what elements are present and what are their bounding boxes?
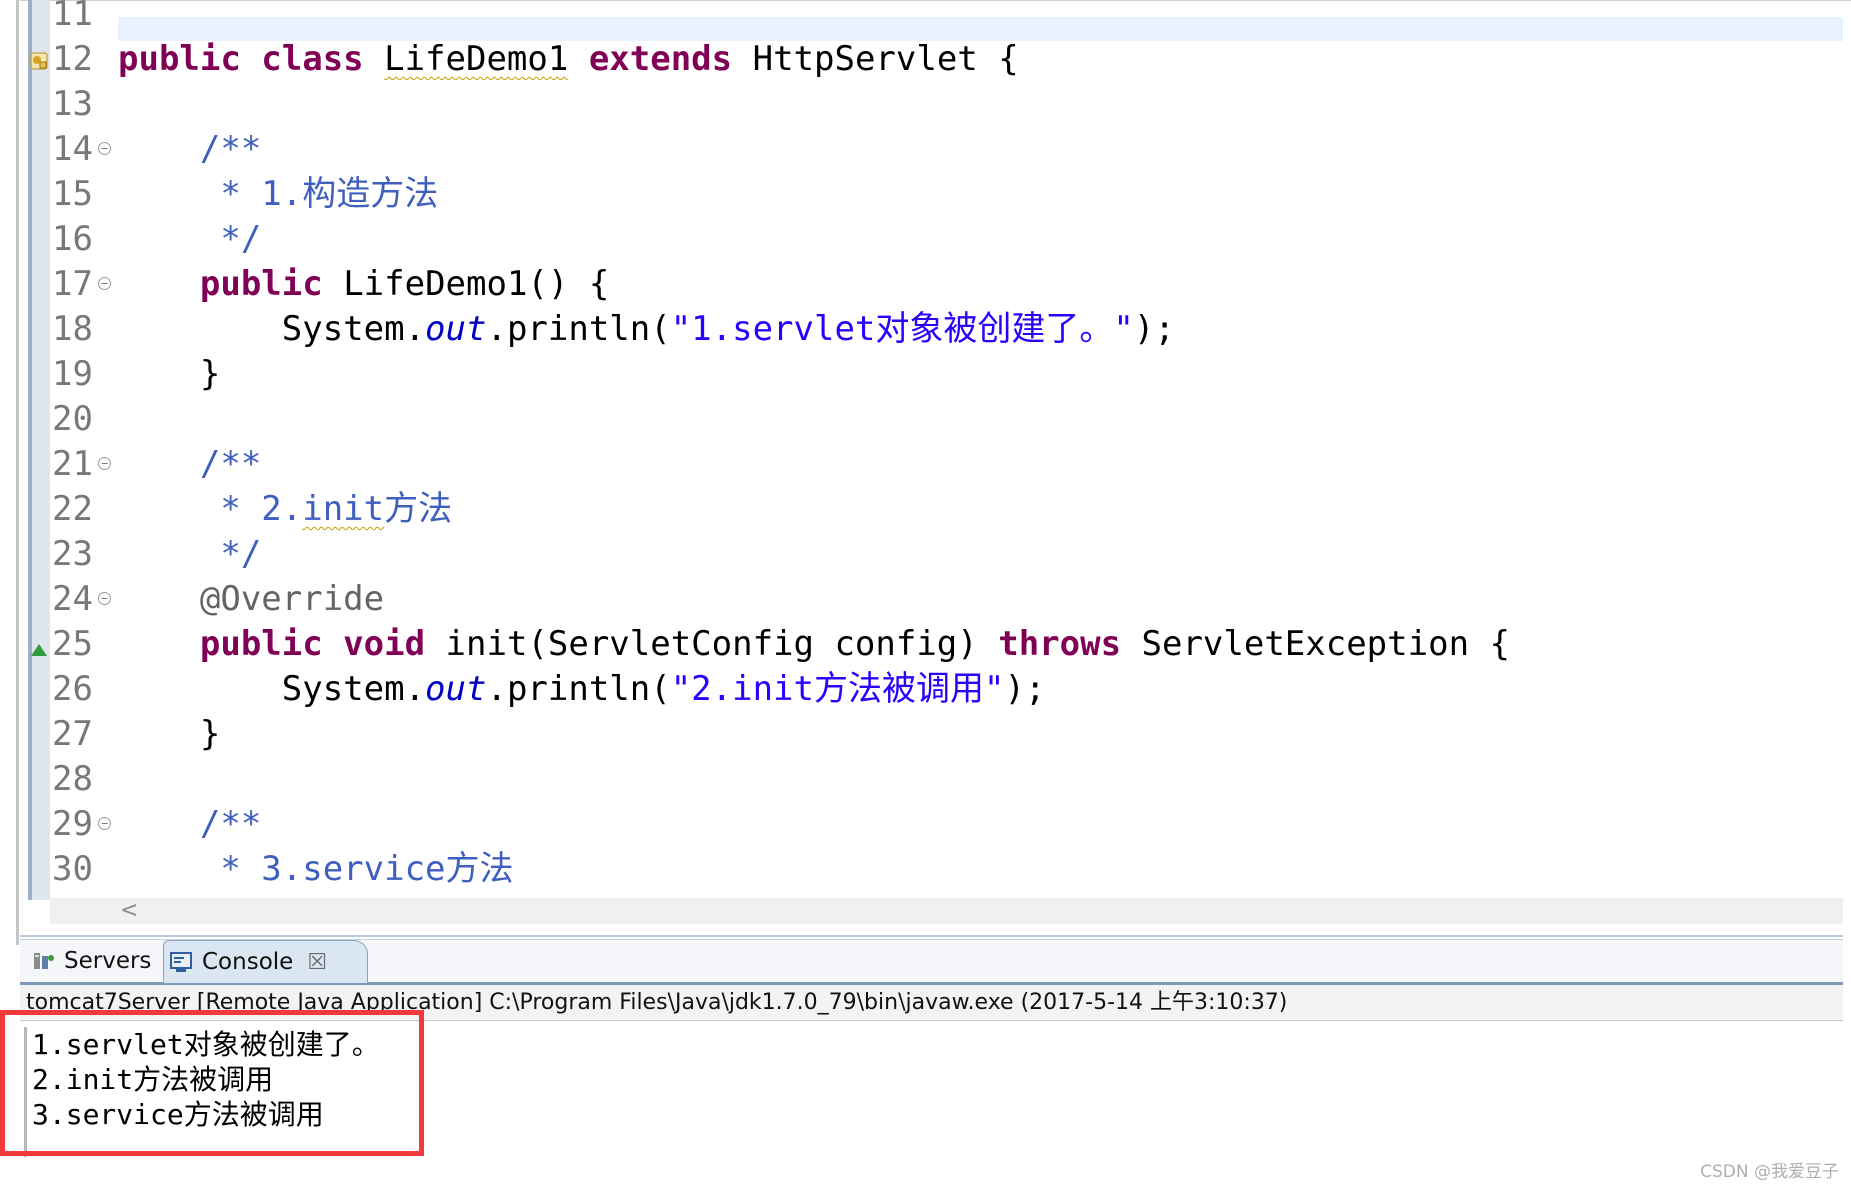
code-line[interactable]: 12 public class LifeDemo1 extends HttpSer… xyxy=(0,37,1851,82)
tab-servers-label: Servers xyxy=(64,948,152,974)
code-text: public LifeDemo1() { xyxy=(199,264,610,304)
line-number: 12 xyxy=(52,39,93,79)
code-line[interactable]: 21− /** xyxy=(0,442,1851,487)
code-line[interactable]: 29− /** xyxy=(0,802,1851,847)
code-text: * 3.service方法 xyxy=(118,849,514,889)
fold-toggle-icon[interactable]: − xyxy=(98,277,111,290)
panel-divider xyxy=(20,935,1843,937)
code-line[interactable]: 20 xyxy=(0,397,1851,442)
code-text: System.out.println("2.init方法被调用"); xyxy=(118,669,1046,709)
code-line[interactable]: 19 } xyxy=(0,352,1851,397)
line-number: 26 xyxy=(52,669,93,709)
code-editor[interactable]: 11 12 public class LifeDemo1 extends HttpS… xyxy=(0,0,1851,945)
code-line[interactable]: 17− public LifeDemo1() { xyxy=(0,262,1851,307)
servers-icon xyxy=(34,953,54,969)
line-number: 27 xyxy=(52,714,93,754)
code-text: */ xyxy=(118,219,262,259)
tab-servers[interactable]: Servers xyxy=(26,940,157,982)
code-line[interactable]: 24− @Override xyxy=(0,577,1851,622)
code-line[interactable]: 16 */ xyxy=(0,217,1851,262)
code-line[interactable]: 13 xyxy=(0,82,1851,127)
code-text: public class LifeDemo1 extends HttpServl… xyxy=(118,39,1019,79)
fold-toggle-icon[interactable]: − xyxy=(98,817,111,830)
code-text: } xyxy=(118,714,221,754)
line-number: 22 xyxy=(52,489,93,529)
code-line[interactable]: 11 xyxy=(0,0,1851,37)
line-number: 20 xyxy=(52,399,93,439)
code-line[interactable]: 30 * 3.service方法 xyxy=(0,847,1851,892)
line-number: 15 xyxy=(52,174,93,214)
code-line[interactable]: 14− /** xyxy=(0,127,1851,172)
code-line[interactable]: 15 * 1.构造方法 xyxy=(0,172,1851,217)
fold-toggle-icon[interactable]: − xyxy=(98,592,111,605)
code-text: /** xyxy=(118,129,262,169)
code-text: public void init(ServletConfig config) t… xyxy=(199,624,1510,664)
tab-console[interactable]: Console ☒ xyxy=(163,940,369,983)
code-text: * 1.构造方法 xyxy=(118,174,439,214)
line-number: 16 xyxy=(52,219,93,259)
code-line[interactable]: 27 } xyxy=(0,712,1851,757)
code-line[interactable]: 28 xyxy=(0,757,1851,802)
line-number: 13 xyxy=(52,84,93,124)
code-text: * 2.init方法 xyxy=(118,489,453,529)
panel-tab-strip: Servers Console ☒ xyxy=(20,939,1843,985)
code-text: /** xyxy=(118,444,262,484)
close-icon[interactable]: ☒ xyxy=(307,950,327,975)
line-number: 11 xyxy=(52,0,93,34)
code-line[interactable]: 26 System.out.println("2.init方法被调用"); xyxy=(0,667,1851,712)
line-number: 14 xyxy=(52,129,93,169)
line-number: 18 xyxy=(52,309,93,349)
code-line[interactable]: 25 public void init(ServletConfig config… xyxy=(0,622,1851,667)
code-text: System.out.println("1.servlet对象被创建了。"); xyxy=(118,309,1175,349)
line-number: 17 xyxy=(52,264,93,304)
watermark: CSDN @我爱豆子 xyxy=(1700,1162,1839,1182)
code-text: /** xyxy=(118,804,262,844)
line-number: 28 xyxy=(52,759,93,799)
tab-console-label: Console xyxy=(202,949,294,975)
fold-toggle-icon[interactable]: − xyxy=(98,142,111,155)
console-icon xyxy=(170,952,192,972)
line-number: 21 xyxy=(52,444,93,484)
line-number: 25 xyxy=(52,624,93,664)
red-highlight-box xyxy=(0,1010,424,1156)
line-number: 30 xyxy=(52,849,93,889)
code-text: */ xyxy=(118,534,262,574)
scroll-left-arrow-icon[interactable]: < xyxy=(120,898,138,924)
code-text: @Override xyxy=(199,579,385,619)
code-line[interactable]: 18 System.out.println("1.servlet对象被创建了。"… xyxy=(0,307,1851,352)
fold-toggle-icon[interactable]: − xyxy=(98,457,111,470)
line-number: 29 xyxy=(52,804,93,844)
code-line[interactable]: 22 * 2.init方法 xyxy=(0,487,1851,532)
line-number: 19 xyxy=(52,354,93,394)
code-line[interactable]: 23 */ xyxy=(0,532,1851,577)
line-number: 23 xyxy=(52,534,93,574)
horizontal-scrollbar[interactable]: < xyxy=(50,898,1843,924)
line-number: 24 xyxy=(52,579,93,619)
code-text: } xyxy=(118,354,221,394)
